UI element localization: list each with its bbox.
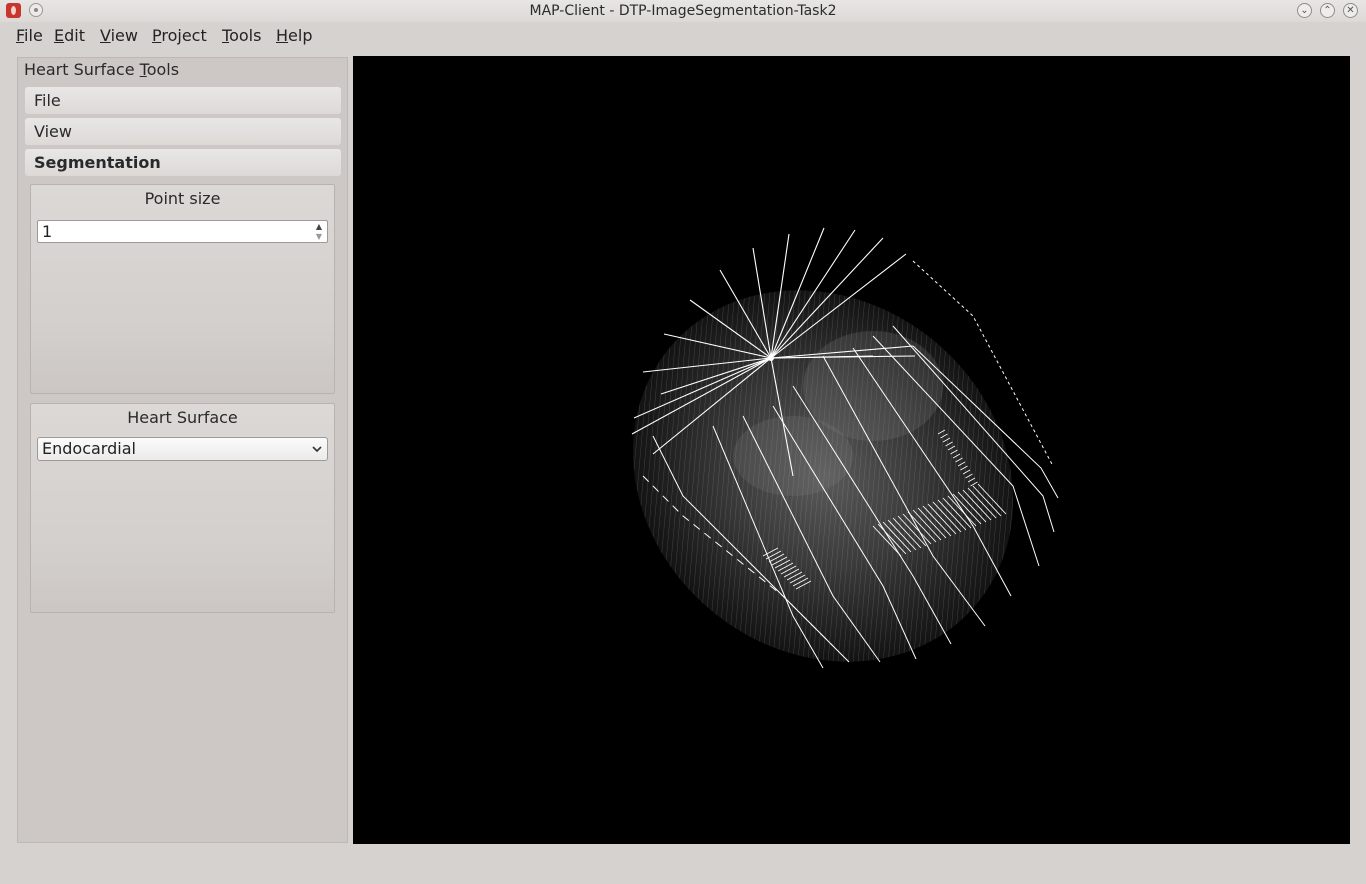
plane-hub <box>768 355 774 361</box>
spin-down-icon[interactable]: ▼ <box>314 232 324 241</box>
menu-tools-label: ools <box>229 26 262 45</box>
spin-up-icon[interactable]: ▲ <box>314 222 324 231</box>
menu-edit-label: dit <box>64 26 85 45</box>
menu-project-label: roject <box>161 26 207 45</box>
point-size-value: 1 <box>42 222 53 241</box>
menu-file[interactable]: File <box>16 26 43 45</box>
menu-project-mnemonic: P <box>152 26 162 45</box>
heart-surface-label: Heart Surface <box>127 408 238 427</box>
heart-surface-tools-panel: Heart Surface Tools File View Segmentati… <box>17 57 348 843</box>
window-titlebar: MAP-Client - DTP-ImageSegmentation-Task2… <box>0 0 1366 23</box>
chevron-down-icon <box>312 446 322 453</box>
heart-surface-combobox[interactable]: Endocardial <box>37 437 328 461</box>
toolbox-tab-view[interactable]: View <box>25 118 341 145</box>
point-size-label: Point size <box>144 189 221 208</box>
menu-help[interactable]: Help <box>276 26 312 45</box>
heart-chamber <box>733 416 853 496</box>
menu-file-mnemonic: F <box>16 26 25 45</box>
menu-edit-mnemonic: E <box>54 26 65 45</box>
panel-title: Heart Surface Tools <box>24 60 179 79</box>
maximize-icon[interactable]: ⌃ <box>1320 3 1335 18</box>
menu-edit[interactable]: Edit <box>54 26 85 45</box>
menu-project[interactable]: Project <box>152 26 207 45</box>
menu-help-label: elp <box>288 26 313 45</box>
menu-file-label: ile <box>24 26 43 45</box>
menu-view-label: iew <box>110 26 138 45</box>
menubar: File Edit View Project Tools Help <box>0 22 1366 50</box>
menu-tools[interactable]: Tools <box>222 26 261 45</box>
panel-title-mnemonic: T <box>139 60 147 79</box>
menu-view-mnemonic: V <box>100 26 111 45</box>
mri-image-planes-render <box>631 227 1059 669</box>
3d-viewport[interactable] <box>353 56 1350 844</box>
window-title: MAP-Client - DTP-ImageSegmentation-Task2 <box>529 3 837 19</box>
viewport-resize-grip[interactable]: ⋮ <box>1360 440 1366 459</box>
point-size-group: Point size 1 ▲ ▼ <box>30 184 335 394</box>
menu-tools-mnemonic: T <box>222 26 230 45</box>
menu-help-mnemonic: H <box>276 26 289 45</box>
point-size-spinbox[interactable]: 1 ▲ ▼ <box>37 220 328 243</box>
panel-title-rest: ools <box>146 60 180 79</box>
menu-view[interactable]: View <box>100 26 138 45</box>
heart-surface-selected: Endocardial <box>42 439 136 458</box>
heart-surface-group: Heart Surface Endocardial <box>30 403 335 613</box>
toolbox-tab-segmentation[interactable]: Segmentation <box>25 149 341 176</box>
panel-title-prefix: Heart Surface <box>24 60 140 79</box>
minimize-icon[interactable]: ⌄ <box>1297 3 1312 18</box>
close-icon[interactable]: ✕ <box>1343 3 1358 18</box>
toolbox-tab-file[interactable]: File <box>25 87 341 114</box>
